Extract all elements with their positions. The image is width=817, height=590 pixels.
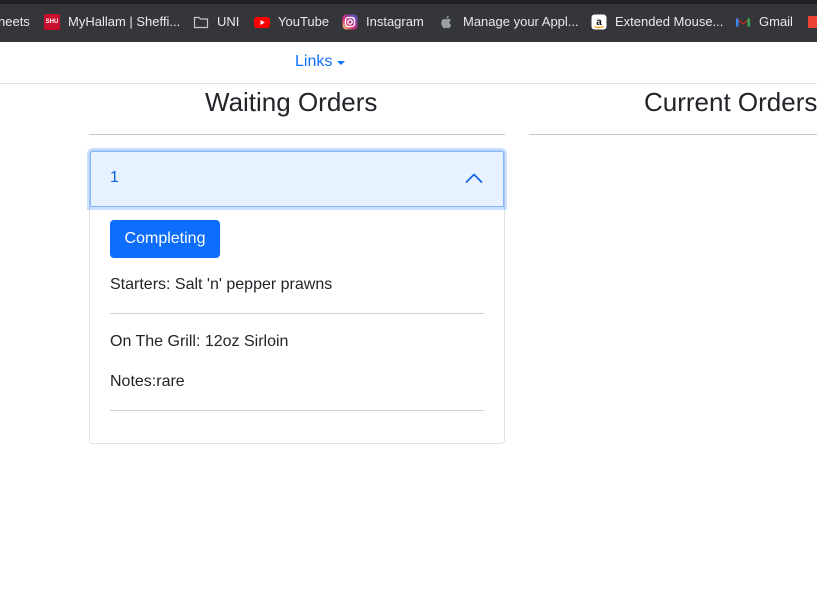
bookmarks-bar: neets SHU MyHallam | Sheffi... UNI YouTu… [0,0,817,42]
apple-icon [439,14,455,30]
bookmark-uni[interactable]: UNI [193,13,239,31]
bookmark-overflow[interactable] [808,13,817,31]
bookmark-instagram[interactable]: Instagram [342,13,424,31]
instagram-icon [342,14,358,30]
current-orders-heading: Current Orders [644,87,817,117]
order-item-starter: Starters: Salt 'n' pepper prawns [110,276,333,293]
order-accordion: 1 Completing Starters: Salt 'n' pepper p… [89,150,505,444]
bookmark-label: Gmail [759,14,793,29]
bookmark-icon [808,16,817,28]
bookmark-label: MyHallam | Sheffi... [68,14,181,29]
bookmark-label: Manage your Appl... [463,14,579,29]
order-item-notes: Notes:rare [110,373,185,390]
bookmark-sheets[interactable]: neets [0,13,30,31]
order-item-grill: On The Grill: 12oz Sirloin [110,333,289,350]
order-number: 1 [110,169,119,186]
waiting-orders-divider [89,134,505,135]
bookmark-label: Instagram [366,14,424,29]
bookmark-myhallam[interactable]: SHU MyHallam | Sheffi... [44,13,180,31]
shu-logo-icon: SHU [44,14,60,30]
folder-icon [193,14,209,30]
waiting-orders-heading: Waiting Orders [205,87,378,117]
current-orders-divider [529,134,817,135]
order-item-divider [110,410,484,411]
order-accordion-header[interactable]: 1 [90,151,504,207]
bookmark-label: YouTube [278,14,330,29]
navbar: Links [0,42,817,84]
bookmark-youtube[interactable]: YouTube [254,13,329,31]
bookmark-amazon[interactable]: a Extended Mouse... [591,13,723,31]
bookmark-label: UNI [217,14,240,29]
chevron-up-icon [465,171,483,189]
gmail-icon [735,14,751,30]
links-dropdown[interactable]: Links [295,53,346,71]
bookmark-label: Extended Mouse... [615,14,724,29]
youtube-icon [254,14,270,30]
order-item-divider [110,313,484,314]
bookmark-label: neets [0,14,30,29]
caret-down-icon [337,60,346,65]
amazon-icon: a [591,14,607,30]
svg-text:a: a [596,17,602,28]
links-label: Links [295,53,333,70]
bookmark-apple[interactable]: Manage your Appl... [439,13,579,31]
bookmark-gmail[interactable]: Gmail [735,13,793,31]
completing-button[interactable]: Completing [110,220,220,258]
